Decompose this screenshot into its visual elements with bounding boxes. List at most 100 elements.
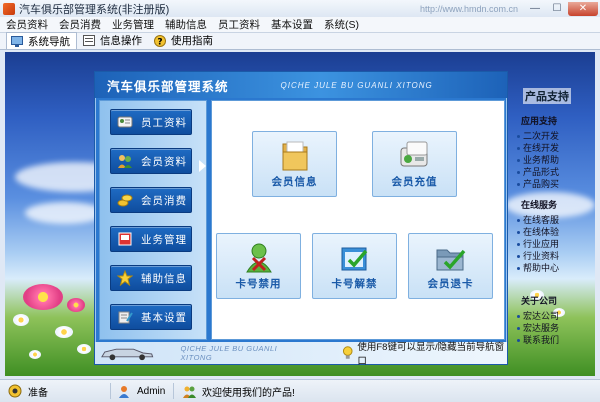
menu-item-member-info[interactable]: 会员资料 <box>6 17 48 32</box>
daisy <box>13 314 29 326</box>
maximize-button[interactable]: ☐ <box>546 2 568 16</box>
support-section-title: 关于公司 <box>521 296 558 306</box>
app-window: 汽车俱乐部管理系统(非注册版) http://www.hmdn.com.cn —… <box>0 0 600 402</box>
menu-item-member-consumption[interactable]: 会员消费 <box>59 17 101 32</box>
daisy <box>55 326 73 338</box>
user-icon <box>117 384 131 398</box>
sidebar-item-label: 会员资料 <box>141 155 187 168</box>
menu-bar: 会员资料 会员消费 业务管理 辅助信息 员工资料 基本设置 系统(S) <box>0 17 600 33</box>
sidebar-item-staff[interactable]: 员工资料 <box>110 109 192 135</box>
close-button[interactable]: ✕ <box>568 1 598 16</box>
id-card-icon <box>117 114 133 130</box>
sidebar-item-auxiliary[interactable]: 辅助信息 <box>110 265 192 291</box>
support-link[interactable]: 帮助中心 <box>515 262 559 274</box>
status-text: 准备 <box>28 387 48 399</box>
sidebar-item-members[interactable]: 会员资料 <box>110 148 192 174</box>
card-enable-card[interactable]: 卡号解禁 <box>312 233 397 299</box>
flower <box>23 284 63 310</box>
support-section-title: 应用支持 <box>521 116 558 126</box>
status-user: Admin <box>111 382 173 401</box>
card-member-recharge[interactable]: 会员充值 <box>372 131 457 197</box>
flower <box>67 298 85 312</box>
folder-check-icon <box>436 249 466 271</box>
support-link[interactable]: 二次开发 <box>515 130 559 142</box>
user-disable-icon <box>246 243 272 273</box>
dialog-header: 汽车俱乐部管理系统 QICHE JULE BU GUANLI XITONG <box>95 72 507 98</box>
support-link[interactable]: 宏达公司 <box>515 310 559 322</box>
support-link[interactable]: 行业资料 <box>515 250 559 262</box>
support-link[interactable]: 产品购买 <box>515 178 559 190</box>
tab-label: 使用指南 <box>171 35 213 47</box>
support-section: 在线服务 在线客服 在线体验 行业应用 行业资料 帮助中心 <box>515 198 559 274</box>
nav-sidebar: 员工资料 会员资料 会员消费 业务管理 辅助信息 基本设置 <box>99 100 207 340</box>
footer-title-en: QICHE JULE BU GUANLI XITONG <box>180 344 278 362</box>
tab-info-operation[interactable]: 信息操作 <box>79 32 148 49</box>
support-section-title: 在线服务 <box>521 200 558 210</box>
sidebar-item-business[interactable]: 业务管理 <box>110 226 192 252</box>
tab-system-nav[interactable]: 系统导航 <box>6 32 77 49</box>
tab-user-guide[interactable]: ? 使用指南 <box>150 32 219 49</box>
navigation-dialog: 汽车俱乐部管理系统 QICHE JULE BU GUANLI XITONG 员工… <box>94 71 508 367</box>
sidebar-item-consumption[interactable]: 会员消费 <box>110 187 192 213</box>
menu-item-business[interactable]: 业务管理 <box>112 17 154 32</box>
star-icon <box>117 270 133 286</box>
menu-item-staff[interactable]: 员工资料 <box>218 17 260 32</box>
form-icon <box>83 35 95 46</box>
support-link[interactable]: 联系我们 <box>515 334 559 346</box>
selected-arrow-icon <box>199 160 206 172</box>
status-welcome: 欢迎使用我们的产品! <box>174 382 295 401</box>
minimize-button[interactable]: — <box>524 2 546 16</box>
daisy <box>29 350 41 359</box>
card-label: 会员信息 <box>271 176 318 188</box>
user-name: Admin <box>137 385 166 397</box>
support-link[interactable]: 在线体验 <box>515 226 559 238</box>
dialog-title-en: QICHE JULE BU GUANLI XITONG <box>280 80 433 90</box>
ready-icon <box>8 384 22 398</box>
sidebar-item-settings[interactable]: 基本设置 <box>110 304 192 330</box>
menu-item-auxiliary[interactable]: 辅助信息 <box>165 17 207 32</box>
card-label: 卡号解禁 <box>331 278 378 290</box>
sidebar-item-label: 业务管理 <box>141 233 187 246</box>
cloud <box>25 202 105 224</box>
window-title: 汽车俱乐部管理系统(非注册版) <box>19 3 170 16</box>
dialog-footer: QICHE JULE BU GUANLI XITONG 使用F8键可以显示/隐藏… <box>95 342 507 367</box>
folder-icon <box>282 141 308 171</box>
card-return-card[interactable]: 会员退卡 <box>408 233 493 299</box>
support-link[interactable]: 在线客服 <box>515 214 559 226</box>
members-icon <box>117 153 133 169</box>
card-disable-card[interactable]: 卡号禁用 <box>216 233 301 299</box>
support-section: 应用支持 二次开发 在线开发 业务帮助 产品形式 产品购买 <box>515 114 559 190</box>
card-label: 会员充值 <box>391 176 438 188</box>
welcome-text: 欢迎使用我们的产品! <box>202 387 295 399</box>
card-label: 卡号禁用 <box>235 278 282 290</box>
support-link[interactable]: 行业应用 <box>515 238 559 250</box>
coins-icon <box>117 192 133 208</box>
car-icon <box>101 348 154 361</box>
sidebar-item-label: 会员消费 <box>141 194 187 207</box>
card-reader-icon <box>400 141 428 167</box>
sidebar-item-label: 辅助信息 <box>141 272 187 285</box>
sidebar-item-label: 基本设置 <box>141 311 187 324</box>
status-ready: 准备 <box>0 382 110 401</box>
support-link[interactable]: 在线开发 <box>515 142 559 154</box>
title-bar: 汽车俱乐部管理系统(非注册版) http://www.hmdn.com.cn —… <box>0 0 600 17</box>
support-heading: 产品支持 <box>523 88 571 104</box>
support-link[interactable]: 产品形式 <box>515 166 559 178</box>
status-bar: 准备 Admin 欢迎使用我们的产品! <box>0 379 600 402</box>
calendar-check-icon <box>341 247 368 271</box>
menu-item-system[interactable]: 系统(S) <box>324 17 359 32</box>
card-member-info[interactable]: 会员信息 <box>252 131 337 197</box>
url-hint: http://www.hmdn.com.cn <box>419 3 518 14</box>
function-panel: 会员信息 会员充值 卡号禁用 卡号解禁 会员退卡 <box>211 100 505 340</box>
sidebar-item-label: 员工资料 <box>141 116 187 129</box>
app-icon <box>3 2 15 15</box>
support-link[interactable]: 宏达服务 <box>515 322 559 334</box>
footer-tip: 使用F8键可以显示/隐藏当前导航窗口 <box>357 342 505 367</box>
tab-label: 系统导航 <box>28 35 70 48</box>
menu-item-settings[interactable]: 基本设置 <box>271 17 313 32</box>
tab-label: 信息操作 <box>100 35 142 47</box>
support-link[interactable]: 业务帮助 <box>515 154 559 166</box>
support-section: 关于公司 宏达公司 宏达服务 联系我们 <box>515 294 559 346</box>
svg-text:?: ? <box>157 37 162 47</box>
dialog-title: 汽车俱乐部管理系统 <box>107 79 229 94</box>
